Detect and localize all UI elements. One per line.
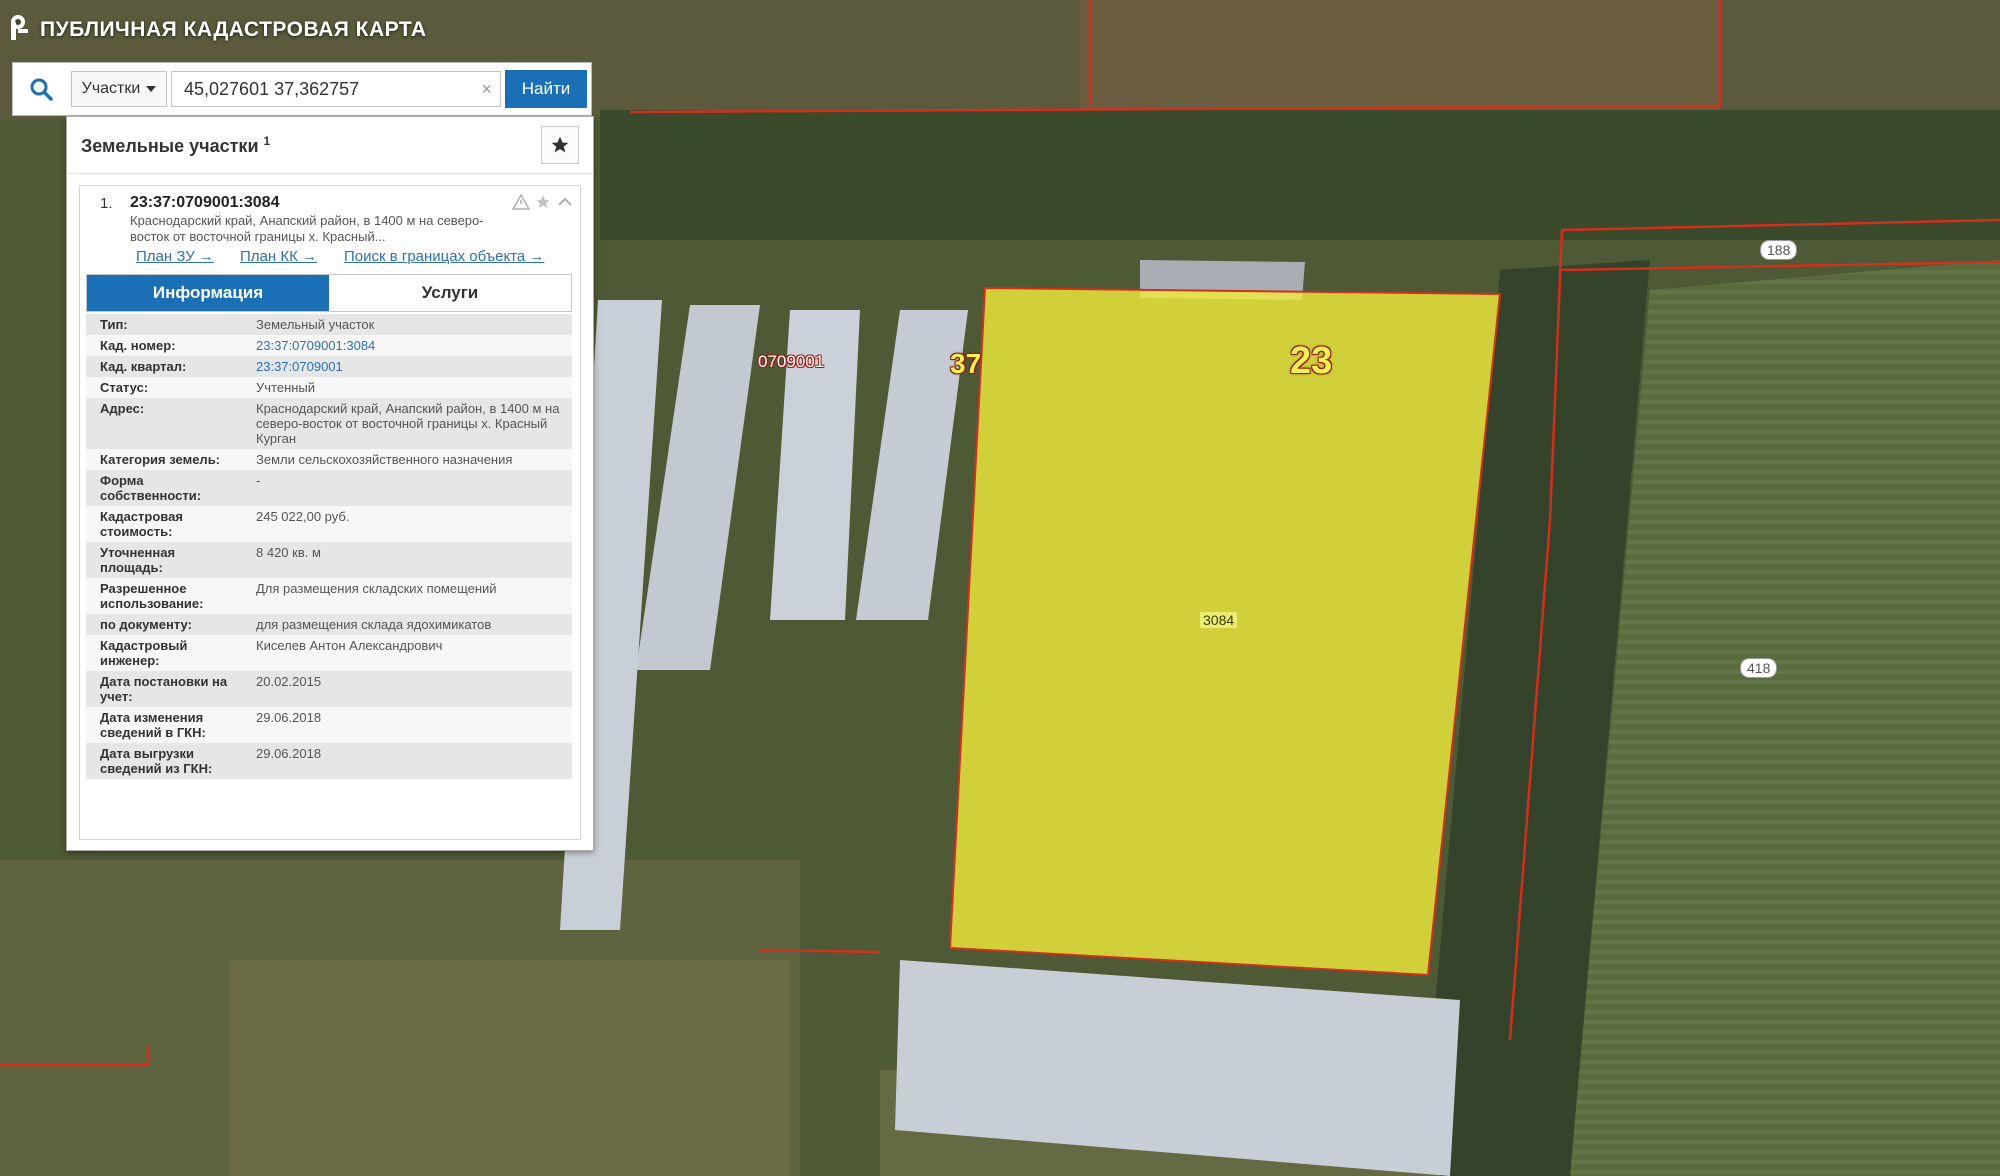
layer-select-dropdown[interactable]: Участки (71, 71, 167, 107)
clear-icon[interactable]: × (481, 79, 492, 100)
info-value: - (256, 473, 261, 488)
info-value-link[interactable]: 23:37:0709001 (242, 356, 572, 377)
results-panel: Земельные участки 1 1. 23:37:0709001:308… (66, 116, 594, 851)
info-key: Кад. квартал: (100, 359, 187, 374)
table-row: Кад. квартал: 23:37:0709001 (86, 356, 572, 377)
table-row: Кадастровый инженер: Киселев Антон Алекса… (86, 635, 572, 671)
info-value: Земельный участок (256, 317, 375, 332)
info-value-link[interactable]: 23:37:0709001:3084 (242, 335, 572, 356)
search-in-bounds-link[interactable]: Поиск в границах объекта → (344, 248, 544, 265)
result-tabs: Информация Услуги (86, 274, 572, 312)
info-value: Земли сельскохозяйственного назначения (256, 452, 513, 467)
layer-select-value: Участки (81, 80, 141, 97)
search-bar: Участки × Найти (12, 62, 592, 116)
info-key: Кад. номер: (100, 338, 176, 353)
info-value: 20.02.2015 (256, 674, 322, 689)
app-header: ПУБЛИЧНАЯ КАДАСТРОВАЯ КАРТА (8, 10, 427, 50)
table-row: Статус: Учтенный (86, 377, 572, 398)
table-row: Адрес: Краснодарский край, Анапский район… (86, 398, 572, 449)
info-key: Категория земель: (100, 452, 221, 467)
info-key: Кадастровый инженер: (100, 638, 188, 668)
table-row: Разрешенное использование: Для размещения… (86, 578, 572, 614)
plan-zu-link[interactable]: План ЗУ → (136, 248, 214, 265)
panel-title: Земельные участки 1 (81, 134, 270, 157)
table-row: Категория земель: Земли сельскохозяйствен… (86, 449, 572, 470)
parcel-pill-label[interactable]: 418 (1740, 658, 1778, 678)
info-value: 245 022,00 руб. (256, 509, 350, 524)
table-row: Форма собственности: - (86, 470, 572, 506)
result-count: 1 (263, 133, 271, 148)
parcel-label[interactable]: 3084 (1200, 612, 1238, 628)
info-key: Статус: (100, 380, 149, 395)
table-row: Дата изменения сведений в ГКН: 29.06.2018 (86, 707, 572, 743)
tab-services[interactable]: Услуги (329, 275, 571, 311)
result-header: 1. 23:37:0709001:3084 Краснодарский край… (80, 186, 580, 274)
warning-icon[interactable] (512, 194, 530, 210)
plan-kk-link[interactable]: План КК → (240, 248, 317, 265)
star-icon (551, 136, 569, 153)
info-key: Дата изменения сведений в ГКН: (100, 710, 206, 740)
result-index: 1. (100, 195, 113, 212)
info-key: Форма собственности: (100, 473, 202, 503)
table-row: по документу: для размещения склада ядохи… (86, 614, 572, 635)
table-row: Кад. номер: 23:37:0709001:3084 (86, 335, 572, 356)
favorites-button[interactable] (541, 126, 579, 164)
quarter-label: 0709001 (758, 352, 825, 371)
star-icon[interactable] (534, 194, 552, 210)
table-row: Дата постановки на учет: 20.02.2015 (86, 671, 572, 707)
info-table: Тип: Земельный участок Кад. номер: 23:37:0… (86, 314, 572, 779)
panel-title-text: Земельные участки (81, 135, 259, 156)
result-card[interactable]: 1. 23:37:0709001:3084 Краснодарский край… (79, 185, 581, 840)
info-key: Уточненная площадь: (100, 545, 176, 575)
pkk-logo-icon[interactable] (8, 13, 32, 48)
info-value: Для размещения складских помещений (256, 581, 497, 596)
info-key: Дата постановки на учет: (100, 674, 228, 704)
table-row: Кадастровая стоимость: 245 022,00 руб. (86, 506, 572, 542)
chevron-down-icon (146, 86, 157, 92)
search-input-wrapper: × (171, 71, 501, 107)
result-cadastral-number[interactable]: 23:37:0709001:3084 (130, 194, 279, 212)
chevron-up-icon[interactable] (556, 194, 574, 210)
info-key: по документу: (100, 617, 192, 632)
info-value: 29.06.2018 (256, 710, 322, 725)
table-row: Тип: Земельный участок (86, 314, 572, 335)
search-icon[interactable] (13, 63, 69, 115)
tab-info[interactable]: Информация (87, 275, 329, 311)
result-actions (512, 194, 574, 210)
parcel-pill-label[interactable]: 188 (1760, 240, 1798, 260)
result-description: Краснодарский край, Анапский район, в 14… (130, 213, 484, 244)
info-value: 29.06.2018 (256, 746, 322, 761)
search-button[interactable]: Найти (505, 70, 587, 108)
info-value: Киселев Антон Александрович (256, 638, 443, 653)
search-input[interactable] (172, 72, 500, 106)
info-value: Краснодарский край, Анапский район, в 14… (256, 401, 560, 446)
info-key: Адрес: (100, 401, 145, 416)
district-number-label: 37 (950, 348, 982, 379)
app-title: ПУБЛИЧНАЯ КАДАСТРОВАЯ КАРТА (40, 18, 427, 41)
info-value: Учтенный (256, 380, 316, 395)
table-row: Уточненная площадь: 8 420 кв. м (86, 542, 572, 578)
info-value: 8 420 кв. м (256, 545, 321, 560)
region-number-label: 23 (1290, 340, 1333, 382)
info-value: для размещения склада ядохимикатов (256, 617, 492, 632)
info-key: Тип: (100, 317, 128, 332)
info-key: Дата выгрузки сведений из ГКН: (100, 746, 213, 776)
info-key: Кадастровая стоимость: (100, 509, 183, 539)
panel-header: Земельные участки 1 (67, 117, 593, 174)
table-row: Дата выгрузки сведений из ГКН: 29.06.2018 (86, 743, 572, 779)
info-key: Разрешенное использование: (100, 581, 204, 611)
